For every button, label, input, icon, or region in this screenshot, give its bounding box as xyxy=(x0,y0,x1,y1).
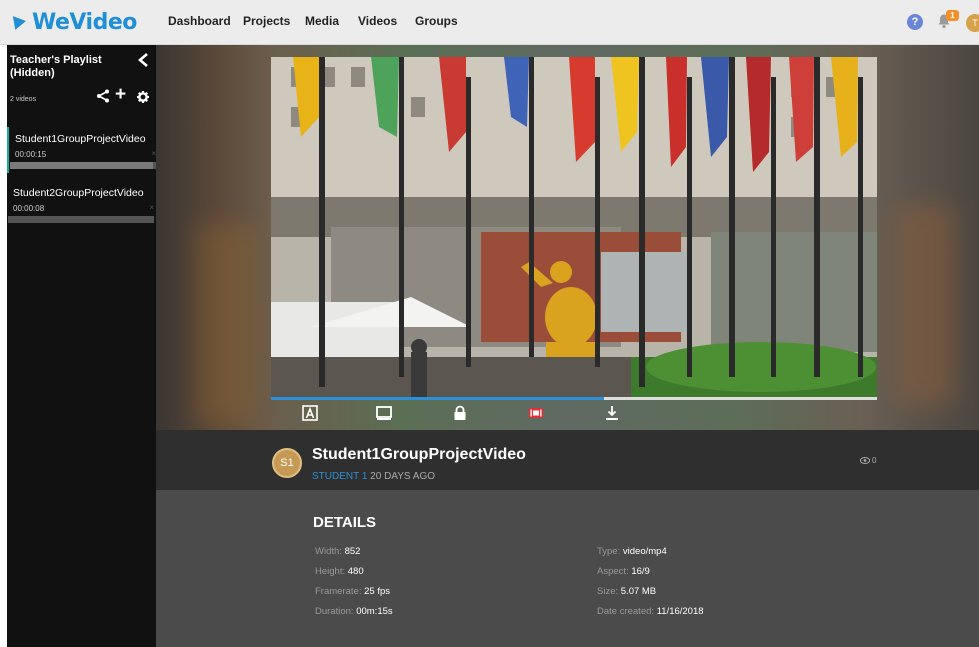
nav-groups[interactable]: Groups xyxy=(415,14,458,28)
detail-height: Height: 480 xyxy=(315,566,364,577)
video-author-link[interactable]: STUDENT 1 xyxy=(312,471,367,482)
playlist-item-name: Student2GroupProjectVideo xyxy=(13,187,144,199)
playlist-item[interactable]: Student1GroupProjectVideo 00:00:15 × xyxy=(7,127,158,173)
logo-text: WeVideo xyxy=(32,9,137,35)
detail-aspect: Aspect: 16/9 xyxy=(597,566,650,577)
playlist-item-name: Student1GroupProjectVideo xyxy=(15,133,146,145)
playlist-item-duration: 00:00:08 xyxy=(13,204,45,213)
share-icon[interactable] xyxy=(96,89,110,103)
playlist-item[interactable]: Student2GroupProjectVideo 00:00:08 × xyxy=(7,181,156,227)
video-title: Student1GroupProjectVideo xyxy=(312,446,526,463)
details-heading: DETAILS xyxy=(313,514,377,531)
annotate-icon[interactable] xyxy=(302,405,318,421)
playlist-item-progress xyxy=(10,162,156,169)
video-progress-bar[interactable] xyxy=(271,397,877,400)
user-avatar[interactable]: T xyxy=(966,14,979,32)
chevron-left-icon[interactable] xyxy=(137,53,151,67)
nav-media[interactable]: Media xyxy=(305,14,339,28)
playlist-item-duration: 00:00:15 xyxy=(15,150,47,159)
nav-projects[interactable]: Projects xyxy=(243,14,290,28)
detail-duration: Duration: 00m:15s xyxy=(315,606,393,617)
playlist-count: 2 videos xyxy=(10,96,37,103)
playlist-title: Teacher's Playlist (Hidden) xyxy=(10,54,102,79)
detail-date-created: Date created: 11/16/2018 xyxy=(597,606,704,617)
detail-framerate: Framerate: 25 fps xyxy=(315,586,390,597)
details-panel xyxy=(156,490,979,647)
help-icon[interactable]: ? xyxy=(907,14,923,30)
remove-item-icon[interactable]: × xyxy=(149,203,154,212)
video-frame[interactable] xyxy=(271,57,877,397)
logo-mark-icon xyxy=(12,14,28,30)
add-icon[interactable]: + xyxy=(115,85,126,104)
view-count-value: 0 xyxy=(872,456,877,465)
video-progress-played xyxy=(271,397,605,400)
nav-dashboard[interactable]: Dashboard xyxy=(168,14,231,28)
playlist-sidebar: Teacher's Playlist (Hidden) 2 videos + S… xyxy=(7,45,156,647)
author-avatar[interactable]: S1 xyxy=(272,448,302,478)
eye-icon xyxy=(860,457,870,464)
wevideo-logo[interactable]: WeVideo xyxy=(12,9,137,35)
top-navigation-bar xyxy=(0,0,979,45)
download-icon[interactable] xyxy=(604,405,620,421)
video-meta: STUDENT 1 20 DAYS AGO xyxy=(312,471,435,482)
detail-type: Type: video/mp4 xyxy=(597,546,667,557)
lock-icon[interactable] xyxy=(452,405,468,421)
view-count: 0 xyxy=(860,456,876,465)
screen-icon[interactable] xyxy=(376,405,392,421)
video-age: 20 DAYS AGO xyxy=(370,471,436,482)
captions-icon[interactable] xyxy=(528,405,544,421)
notification-badge: 1 xyxy=(946,10,959,21)
gear-icon[interactable] xyxy=(137,91,149,103)
playlist-item-progress xyxy=(8,216,154,223)
detail-width: Width: 852 xyxy=(315,546,361,557)
nav-videos[interactable]: Videos xyxy=(358,14,397,28)
detail-size: Size: 5.07 MB xyxy=(597,586,657,597)
